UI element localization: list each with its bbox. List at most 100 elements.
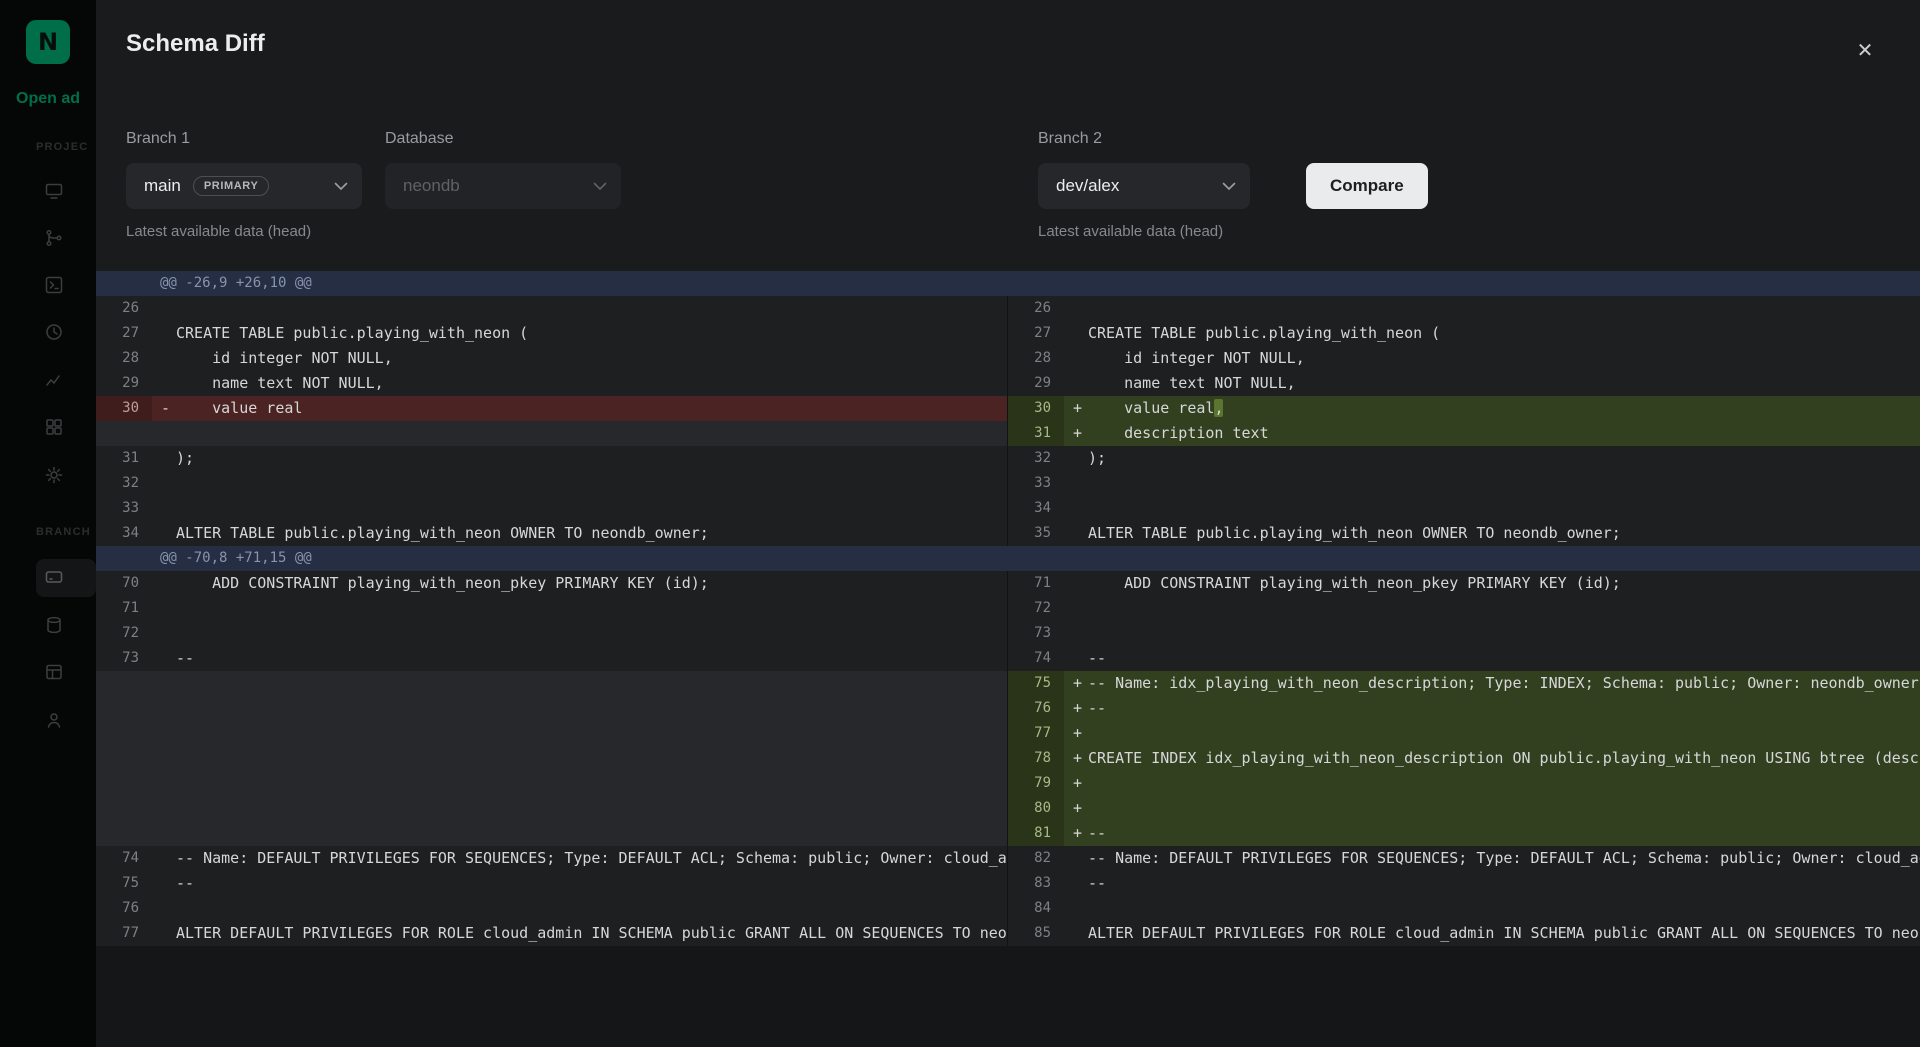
line-number: 75	[96, 871, 152, 896]
line-number: 82	[1008, 846, 1064, 871]
diff-line-right: 72	[1007, 596, 1920, 621]
diff-line-right: 77+	[1007, 721, 1920, 746]
diff-line-left: 73 --	[96, 646, 1007, 671]
page-title: Schema Diff	[126, 30, 265, 58]
word-diff-highlight: ,	[1214, 399, 1223, 417]
diff-marker	[1064, 471, 1088, 496]
diff-line-left: 28 id integer NOT NULL,	[96, 346, 1007, 371]
diff-marker	[152, 346, 176, 371]
diff-line-right: 74--	[1007, 646, 1920, 671]
diff-row: 28 id integer NOT NULL,28 id integer NOT…	[96, 346, 1920, 371]
code-text	[176, 596, 1007, 621]
diff-marker	[152, 671, 176, 696]
diff-marker: +	[1064, 771, 1088, 796]
code-text	[1088, 721, 1920, 746]
diff-marker	[152, 496, 176, 521]
diff-marker	[152, 371, 176, 396]
diff-line-right: 73	[1007, 621, 1920, 646]
line-number: 72	[1008, 596, 1064, 621]
code-text	[1088, 621, 1920, 646]
code-text: -- Name: DEFAULT PRIVILEGES FOR SEQUENCE…	[176, 846, 1007, 871]
branch1-meta: Latest available data (head)	[126, 223, 311, 240]
line-number: 73	[96, 646, 152, 671]
line-number: 26	[1008, 296, 1064, 321]
code-text	[176, 721, 1007, 746]
code-text: name text NOT NULL,	[1088, 371, 1920, 396]
close-button[interactable]: ✕	[1846, 32, 1884, 70]
branch1-select[interactable]: main PRIMARY	[126, 163, 362, 209]
chevron-down-icon	[334, 182, 348, 191]
diff-row: 77ALTER DEFAULT PRIVILEGES FOR ROLE clou…	[96, 921, 1920, 946]
diff-line-right: 84	[1007, 896, 1920, 921]
diff-marker	[1064, 571, 1088, 596]
diff-row: 27 CREATE TABLE public.playing_with_neon …	[96, 321, 1920, 346]
line-number: 71	[1008, 571, 1064, 596]
diff-line-left	[96, 746, 1007, 771]
line-number	[96, 746, 152, 771]
diff-marker	[152, 921, 176, 946]
diff-line-left: 30- value real	[96, 396, 1007, 421]
code-text: CREATE TABLE public.playing_with_neon (	[1088, 321, 1920, 346]
line-number: 74	[1008, 646, 1064, 671]
database-select[interactable]: neondb	[385, 163, 621, 209]
line-number: 27	[96, 321, 152, 346]
diff-line-left: 29 name text NOT NULL,	[96, 371, 1007, 396]
line-number: 32	[1008, 446, 1064, 471]
diff-marker	[152, 321, 176, 346]
diff-line-right: 27CREATE TABLE public.playing_with_neon …	[1007, 321, 1920, 346]
diff-line-left: 33	[96, 496, 1007, 521]
line-number	[96, 821, 152, 846]
diff-line-left	[96, 696, 1007, 721]
code-text: --	[176, 646, 1007, 671]
line-number: 33	[1008, 471, 1064, 496]
diff-row: 76+--	[96, 696, 1920, 721]
diff-row: 77+	[96, 721, 1920, 746]
line-number: 28	[96, 346, 152, 371]
code-text	[176, 296, 1007, 321]
diff-marker	[1064, 846, 1088, 871]
diff-line-right: 33	[1007, 471, 1920, 496]
branch2-label: Branch 2	[1038, 130, 1102, 148]
diff-line-right: 26	[1007, 296, 1920, 321]
diff-line-right: 79+	[1007, 771, 1920, 796]
diff-marker	[152, 646, 176, 671]
diff-line-right: 80+	[1007, 796, 1920, 821]
diff-marker	[1064, 921, 1088, 946]
diff-marker	[152, 746, 176, 771]
diff-marker	[152, 471, 176, 496]
diff-marker	[1064, 521, 1088, 546]
diff-marker	[152, 446, 176, 471]
code-text	[176, 896, 1007, 921]
code-text	[1088, 771, 1920, 796]
code-text: --	[176, 871, 1007, 896]
line-number: 30	[1008, 396, 1064, 421]
line-number	[96, 421, 152, 446]
code-text: --	[1088, 821, 1920, 846]
diff-hunk-header: @@ -70,8 +71,15 @@	[96, 546, 1920, 571]
compare-button[interactable]: Compare	[1306, 163, 1428, 209]
diff-row: 80+	[96, 796, 1920, 821]
diff-marker	[152, 771, 176, 796]
branch2-select[interactable]: dev/alex	[1038, 163, 1250, 209]
branch1-label: Branch 1	[126, 130, 190, 148]
diff-row: 30- value real30+ value real,	[96, 396, 1920, 421]
diff-marker	[1064, 871, 1088, 896]
diff-marker: +	[1064, 396, 1088, 421]
diff-line-right: 71 ADD CONSTRAINT playing_with_neon_pkey…	[1007, 571, 1920, 596]
diff-row: 73 --74--	[96, 646, 1920, 671]
code-text: name text NOT NULL,	[176, 371, 1007, 396]
diff-marker: -	[152, 396, 176, 421]
diff-marker	[1064, 496, 1088, 521]
diff-marker: +	[1064, 796, 1088, 821]
diff-line-right: 76+--	[1007, 696, 1920, 721]
diff-line-right: 28 id integer NOT NULL,	[1007, 346, 1920, 371]
code-text	[176, 421, 1007, 446]
diff-marker	[152, 721, 176, 746]
diff-line-left: 27CREATE TABLE public.playing_with_neon …	[96, 321, 1007, 346]
diff-line-right: 78+CREATE INDEX idx_playing_with_neon_de…	[1007, 746, 1920, 771]
code-text	[176, 746, 1007, 771]
diff-marker	[1064, 446, 1088, 471]
code-text: value real,	[1088, 396, 1920, 421]
diff-marker	[1064, 646, 1088, 671]
diff-marker	[152, 796, 176, 821]
